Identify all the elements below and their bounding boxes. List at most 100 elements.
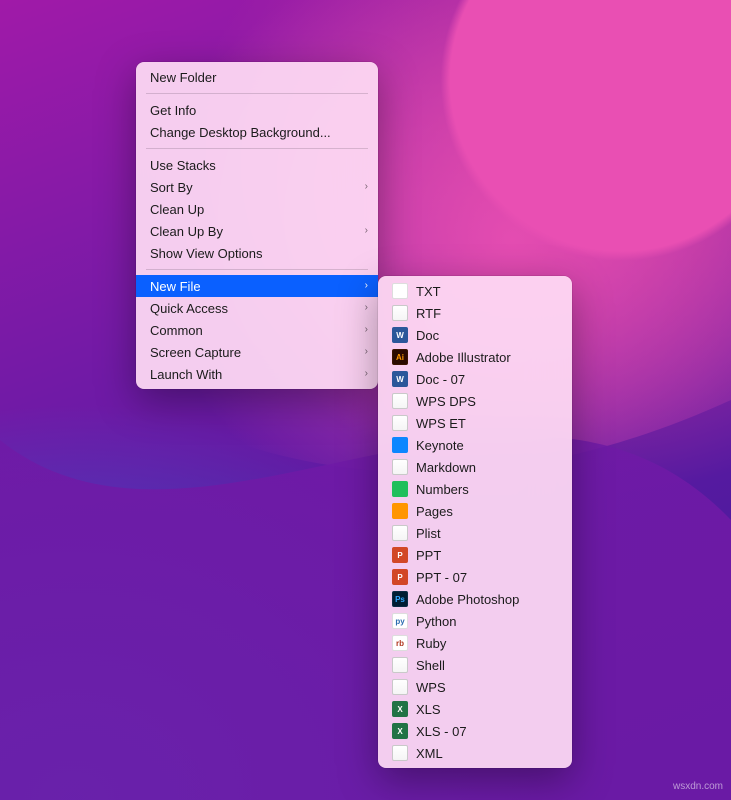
- submenu-item[interactable]: XML: [378, 742, 572, 764]
- submenu-item-label: Doc: [416, 328, 439, 343]
- menu-item-label: Screen Capture: [150, 345, 241, 360]
- submenu-item[interactable]: rb Ruby: [378, 632, 572, 654]
- menu-item[interactable]: Use Stacks: [136, 154, 378, 176]
- submenu-item[interactable]: RTF: [378, 302, 572, 324]
- submenu-item-label: WPS ET: [416, 416, 466, 431]
- submenu-item-label: Plist: [416, 526, 441, 541]
- submenu-item[interactable]: P PPT - 07: [378, 566, 572, 588]
- chevron-right-icon: ›: [365, 369, 368, 379]
- submenu-item[interactable]: WPS ET: [378, 412, 572, 434]
- menu-item-label: Common: [150, 323, 203, 338]
- menu-item-label: Show View Options: [150, 246, 263, 261]
- file-type-icon: P: [392, 569, 408, 585]
- menu-separator: [146, 93, 368, 94]
- submenu-item[interactable]: W Doc - 07: [378, 368, 572, 390]
- file-type-icon: [392, 745, 408, 761]
- submenu-item[interactable]: P PPT: [378, 544, 572, 566]
- new-file-submenu: TXT RTF W Doc AiAdobe Illustrator W Doc - 07 WP…: [378, 276, 572, 768]
- submenu-item-label: Adobe Illustrator: [416, 350, 511, 365]
- submenu-item-label: Python: [416, 614, 456, 629]
- submenu-item-label: Markdown: [416, 460, 476, 475]
- file-type-icon: [392, 437, 408, 453]
- menu-item-label: Clean Up By: [150, 224, 223, 239]
- menu-item[interactable]: Sort By ›: [136, 176, 378, 198]
- menu-item[interactable]: New File ›: [136, 275, 378, 297]
- menu-item[interactable]: Change Desktop Background...: [136, 121, 378, 143]
- menu-item[interactable]: Show View Options: [136, 242, 378, 264]
- submenu-item[interactable]: W Doc: [378, 324, 572, 346]
- menu-item-label: Clean Up: [150, 202, 204, 217]
- submenu-item-label: Keynote: [416, 438, 464, 453]
- file-type-icon: Ps: [392, 591, 408, 607]
- menu-item[interactable]: Clean Up By›: [136, 220, 378, 242]
- context-menu: New Folder Get Info Change Desktop Backgro…: [136, 62, 378, 389]
- submenu-item-label: PPT - 07: [416, 570, 467, 585]
- menu-item[interactable]: Screen Capture ›: [136, 341, 378, 363]
- submenu-item-label: XLS: [416, 702, 441, 717]
- menu-item-label: Change Desktop Background...: [150, 125, 331, 140]
- file-type-icon: P: [392, 547, 408, 563]
- submenu-item-label: Adobe Photoshop: [416, 592, 519, 607]
- menu-item[interactable]: Common›: [136, 319, 378, 341]
- menu-item-label: Use Stacks: [150, 158, 216, 173]
- file-type-icon: [392, 525, 408, 541]
- submenu-item[interactable]: Numbers: [378, 478, 572, 500]
- file-type-icon: [392, 393, 408, 409]
- submenu-item-label: PPT: [416, 548, 441, 563]
- submenu-item-label: XLS - 07: [416, 724, 467, 739]
- menu-item-label: Quick Access: [150, 301, 228, 316]
- file-type-icon: X: [392, 701, 408, 717]
- chevron-right-icon: ›: [365, 303, 368, 313]
- file-type-icon: W: [392, 327, 408, 343]
- submenu-item[interactable]: X XLS - 07: [378, 720, 572, 742]
- submenu-item[interactable]: X XLS: [378, 698, 572, 720]
- menu-item-label: Sort By: [150, 180, 193, 195]
- submenu-item[interactable]: WPS DPS: [378, 390, 572, 412]
- menu-item-label: Get Info: [150, 103, 196, 118]
- submenu-item[interactable]: AiAdobe Illustrator: [378, 346, 572, 368]
- submenu-item[interactable]: Pages: [378, 500, 572, 522]
- menu-separator: [146, 148, 368, 149]
- submenu-item-label: XML: [416, 746, 443, 761]
- file-type-icon: rb: [392, 635, 408, 651]
- menu-item[interactable]: Get Info: [136, 99, 378, 121]
- file-type-icon: [392, 503, 408, 519]
- submenu-item[interactable]: Markdown: [378, 456, 572, 478]
- submenu-item-label: Doc - 07: [416, 372, 465, 387]
- menu-separator: [146, 269, 368, 270]
- submenu-item-label: Ruby: [416, 636, 446, 651]
- submenu-item[interactable]: TXT: [378, 280, 572, 302]
- menu-item[interactable]: Clean Up: [136, 198, 378, 220]
- chevron-right-icon: ›: [365, 182, 368, 192]
- menu-item[interactable]: Launch With›: [136, 363, 378, 385]
- submenu-item[interactable]: Keynote: [378, 434, 572, 456]
- submenu-item-label: Pages: [416, 504, 453, 519]
- menu-item[interactable]: New Folder: [136, 66, 378, 88]
- chevron-right-icon: ›: [365, 347, 368, 357]
- submenu-item-label: RTF: [416, 306, 441, 321]
- submenu-item[interactable]: Ps Adobe Photoshop: [378, 588, 572, 610]
- file-type-icon: [392, 305, 408, 321]
- submenu-item[interactable]: WPS: [378, 676, 572, 698]
- submenu-item-label: Shell: [416, 658, 445, 673]
- file-type-icon: X: [392, 723, 408, 739]
- file-type-icon: py: [392, 613, 408, 629]
- file-type-icon: [392, 459, 408, 475]
- submenu-item[interactable]: py Python: [378, 610, 572, 632]
- file-type-icon: [392, 657, 408, 673]
- file-type-icon: [392, 415, 408, 431]
- file-type-icon: [392, 481, 408, 497]
- submenu-item[interactable]: Plist: [378, 522, 572, 544]
- watermark: wsxdn.com: [673, 781, 723, 792]
- desktop[interactable]: New Folder Get Info Change Desktop Backgro…: [0, 0, 731, 800]
- chevron-right-icon: ›: [365, 281, 368, 291]
- file-type-icon: [392, 679, 408, 695]
- submenu-item[interactable]: Shell: [378, 654, 572, 676]
- menu-item-label: New File: [150, 279, 201, 294]
- file-type-icon: W: [392, 371, 408, 387]
- submenu-item-label: Numbers: [416, 482, 469, 497]
- submenu-item-label: WPS DPS: [416, 394, 476, 409]
- submenu-item-label: TXT: [416, 284, 441, 299]
- file-type-icon: [392, 283, 408, 299]
- menu-item[interactable]: Quick Access ›: [136, 297, 378, 319]
